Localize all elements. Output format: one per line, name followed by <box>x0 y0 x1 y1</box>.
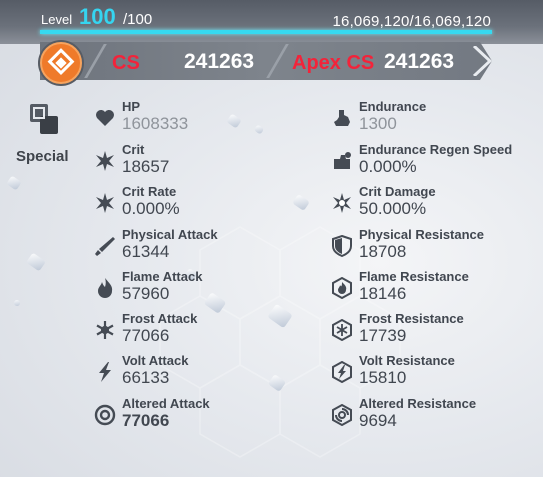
experience-text: 16,069,120/16,069,120 <box>332 13 491 30</box>
stat-value: 61344 <box>122 242 170 261</box>
cs-logo-icon <box>40 42 82 84</box>
banner-arrow-icon <box>472 46 492 76</box>
altered-icon <box>94 404 116 426</box>
experience-progress-bar <box>40 30 492 34</box>
flame-shield-icon <box>332 277 352 299</box>
crystal-shard <box>226 113 242 129</box>
frost-shield-icon <box>332 319 352 341</box>
special-label: Special <box>16 148 69 165</box>
stat-value: 15810 <box>359 368 407 387</box>
stat-name: HP <box>122 99 141 114</box>
crit-star-icon <box>96 151 114 171</box>
stat-name: Endurance <box>359 99 427 114</box>
sword-icon <box>95 237 115 256</box>
stat-value: 17739 <box>359 326 407 345</box>
stat-name: Crit <box>122 142 145 157</box>
stat-name: Volt Attack <box>122 353 189 368</box>
crit-damage-icon <box>333 193 351 213</box>
stat-value: 0.000% <box>359 157 417 176</box>
special-icon[interactable] <box>28 102 62 140</box>
level-label: Level <box>41 12 73 27</box>
apex-cs-label: Apex CS <box>292 52 375 74</box>
stat-value: 18657 <box>122 157 170 176</box>
crystal-shard <box>203 292 227 314</box>
stat-value: 77066 <box>122 326 170 345</box>
crystal-shard <box>26 252 46 272</box>
stat-value: 57960 <box>122 284 170 303</box>
physical-shield-icon <box>332 235 352 257</box>
stat-value: 50.000% <box>359 199 427 218</box>
stat-name: Altered Resistance <box>359 396 477 411</box>
stat-name: Frost Resistance <box>359 311 464 326</box>
stat-value: 77066 <box>122 411 170 430</box>
level-value: 100 <box>79 4 116 29</box>
heart-icon <box>96 110 114 126</box>
cs-label: CS <box>112 52 140 74</box>
level-max: /100 <box>123 11 153 28</box>
stat-value: 1608333 <box>122 114 189 133</box>
stat-value: 18708 <box>359 242 407 261</box>
stat-name: Endurance Regen Speed <box>359 142 513 157</box>
stat-name: Crit Damage <box>359 184 436 199</box>
volt-icon <box>99 362 111 382</box>
volt-shield-icon <box>332 361 352 383</box>
altered-shield-icon <box>332 404 352 426</box>
crystal-shard <box>292 193 310 212</box>
stat-name: Physical Resistance <box>359 227 485 242</box>
apex-cs-value: 241263 <box>384 50 455 73</box>
stat-value: 18146 <box>359 284 407 303</box>
stat-value: 9694 <box>359 411 397 430</box>
endurance-icon <box>334 110 350 126</box>
stat-name: Flame Resistance <box>359 269 469 284</box>
crystal-shard <box>267 374 287 392</box>
cs-value: 241263 <box>184 50 255 73</box>
crit-rate-icon <box>96 193 114 213</box>
stat-value: 0.000% <box>122 199 180 218</box>
crystal-shard <box>6 175 22 191</box>
stat-name: Physical Attack <box>122 227 218 242</box>
frost-icon <box>96 321 114 339</box>
flame-icon <box>98 278 113 298</box>
stat-value: 1300 <box>359 114 397 133</box>
crystal-shard <box>267 303 293 329</box>
crystal-shard <box>253 124 265 135</box>
regen-icon <box>334 152 351 169</box>
stat-name: Crit Rate <box>122 184 177 199</box>
stat-name: Altered Attack <box>122 396 210 411</box>
crystal-shard <box>12 298 22 308</box>
stat-value: 66133 <box>122 368 170 387</box>
stat-name: Volt Resistance <box>359 353 455 368</box>
stat-name: Flame Attack <box>122 269 203 284</box>
stat-name: Frost Attack <box>122 311 198 326</box>
